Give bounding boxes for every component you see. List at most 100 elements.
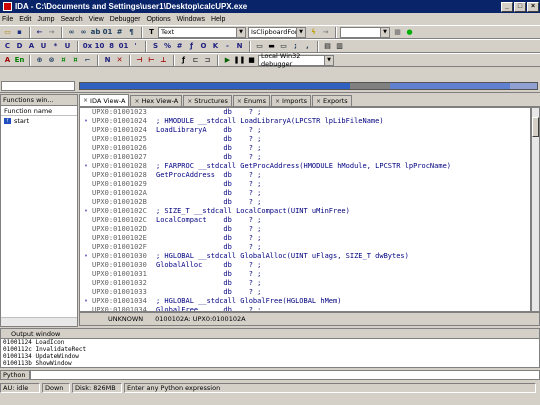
breakpoint-marker[interactable]	[80, 225, 92, 234]
close-tab-icon[interactable]: ×	[237, 98, 242, 105]
menu-file[interactable]: File	[2, 16, 13, 23]
breakpoint-marker[interactable]	[80, 270, 92, 279]
collapse-icon[interactable]: ▬	[266, 41, 277, 52]
close-tab-icon[interactable]: ×	[83, 97, 88, 104]
menu-windows[interactable]: Windows	[177, 16, 205, 23]
minimize-button[interactable]: _	[501, 1, 513, 12]
run-icon[interactable]: ▶	[222, 55, 233, 66]
breakpoint-marker[interactable]	[80, 261, 92, 270]
listing-line[interactable]: UPX0:0100102B db ? ;	[80, 198, 530, 207]
open-icon[interactable]: ▭	[2, 27, 13, 38]
listing-line[interactable]: UPX0:0100102A db ? ;	[80, 189, 530, 198]
char-icon[interactable]: '	[130, 41, 141, 52]
lightning-icon[interactable]: ϟ	[308, 27, 319, 38]
menu-debugger[interactable]: Debugger	[110, 16, 141, 23]
close-tab-icon[interactable]: ×	[134, 98, 139, 105]
neg-icon[interactable]: -	[222, 41, 233, 52]
name-icon[interactable]: N	[234, 41, 245, 52]
listing-line[interactable]: • UPX0:0100102C ; SIZE_T __stdcall LocalCo…	[80, 207, 530, 216]
close-button[interactable]: ×	[527, 1, 539, 12]
patch-icon[interactable]: ⊏	[190, 55, 201, 66]
breakpoint-marker[interactable]: •	[80, 207, 92, 216]
breakpoint-marker[interactable]	[80, 135, 92, 144]
segment-select[interactable]: ▼	[340, 26, 390, 38]
function-list-item[interactable]: f start	[1, 116, 77, 126]
breakpoint-marker[interactable]	[80, 198, 92, 207]
flow-chart-icon[interactable]: ▥	[334, 41, 345, 52]
breakpoint-marker[interactable]	[80, 234, 92, 243]
listing-line[interactable]: UPX0:01001025 db ? ;	[80, 135, 530, 144]
pen-icon[interactable]: ƒ	[178, 55, 189, 66]
segment-icon[interactable]: S	[150, 41, 161, 52]
stop-icon[interactable]: ■	[246, 55, 257, 66]
listing-line[interactable]: UPX0:01001031 db ? ;	[80, 270, 530, 279]
listing-line[interactable]: • UPX0:01001024 ; HMODULE __stdcall LoadLi…	[80, 117, 530, 126]
binoculars-icon[interactable]: ∞	[66, 27, 77, 38]
scrollbar-thumb[interactable]	[532, 117, 539, 137]
menu-help[interactable]: Help	[211, 16, 225, 23]
oct-icon[interactable]: 8	[106, 41, 117, 52]
breakpoint-marker[interactable]	[80, 108, 92, 117]
close-tab-icon[interactable]: ×	[275, 98, 280, 105]
unicode-icon[interactable]: U	[38, 41, 49, 52]
listing-line[interactable]: UPX0:0100102C LocalCompact db ? ;	[80, 216, 530, 225]
listing-line[interactable]: UPX0:01001028 GetProcAddress db ? ;	[80, 171, 530, 180]
listing-line[interactable]: UPX0:01001023 db ? ;	[80, 108, 530, 117]
listing-line[interactable]: UPX0:01001029 db ? ;	[80, 180, 530, 189]
xref-graph-icon[interactable]: ¤	[58, 55, 69, 66]
ascii-icon[interactable]: A	[26, 41, 37, 52]
func-stack-icon[interactable]: ⊥	[158, 55, 169, 66]
functions-window-tab[interactable]: Functions win...	[1, 95, 77, 106]
array-icon[interactable]: *	[50, 41, 61, 52]
hide-icon[interactable]: ▭	[254, 41, 265, 52]
save-icon[interactable]: ▪	[14, 27, 25, 38]
data-icon[interactable]: D	[14, 41, 25, 52]
menu-view[interactable]: View	[89, 16, 104, 23]
breakpoint-marker[interactable]	[80, 189, 92, 198]
undefine-icon[interactable]: U	[62, 41, 73, 52]
enum-icon[interactable]: #	[174, 41, 185, 52]
forward-icon[interactable]: →	[46, 27, 57, 38]
search-type-select[interactable]: Text ▼	[158, 26, 246, 38]
debugger-select[interactable]: Local Win32 debugger ▼	[258, 52, 334, 68]
close-tab-icon[interactable]: ×	[316, 98, 321, 105]
maximize-button[interactable]: □	[514, 1, 526, 12]
arrow-icon[interactable]: →	[320, 27, 331, 38]
breakpoint-marker[interactable]	[80, 216, 92, 225]
find-code-icon[interactable]: ¶	[126, 27, 137, 38]
listing-line[interactable]: • UPX0:01001030 ; HGLOBAL __stdcall Global…	[80, 252, 530, 261]
breakpoint-marker[interactable]: •	[80, 297, 92, 306]
listing-line[interactable]: UPX0:01001027 db ? ;	[80, 153, 530, 162]
menu-edit[interactable]: Edit	[19, 16, 31, 23]
graph-view-icon[interactable]: ▤	[322, 41, 333, 52]
navband-combo[interactable]	[1, 81, 75, 91]
binoculars-next-icon[interactable]: ∞	[78, 27, 89, 38]
breakpoint-marker[interactable]	[80, 171, 92, 180]
functions-horizontal-scrollbar[interactable]	[1, 317, 77, 326]
breakpoint-marker[interactable]	[80, 279, 92, 288]
tab-hex-view-a[interactable]: × Hex View-A	[130, 95, 183, 106]
offset-icon[interactable]: O	[198, 41, 209, 52]
xref-graph-to-icon[interactable]: ¤	[70, 55, 81, 66]
user-graph-icon[interactable]: ⌐	[82, 55, 93, 66]
abort-icon[interactable]: A	[2, 55, 13, 66]
tab-exports[interactable]: × Exports	[312, 95, 352, 106]
listing-vertical-scrollbar[interactable]	[531, 107, 540, 312]
tab-enums[interactable]: × Enums	[232, 95, 270, 106]
listing-line[interactable]: UPX0:01001024 LoadLibraryA db ? ;	[80, 126, 530, 135]
back-icon[interactable]: ←	[34, 27, 45, 38]
pause-icon[interactable]: ❚❚	[234, 55, 246, 66]
listing-line[interactable]: • UPX0:01001028 ; FARPROC __stdcall GetPro…	[80, 162, 530, 171]
breakpoint-marker[interactable]	[80, 126, 92, 135]
breakpoint-marker[interactable]: •	[80, 117, 92, 126]
disassembly-listing[interactable]: UPX0:01001023 db ? ; • UPX0:01001024; HMOD…	[79, 107, 531, 312]
func-end-icon[interactable]: ⊣	[134, 55, 145, 66]
python-button[interactable]: Python	[0, 369, 30, 380]
xref-icon[interactable]: ⊕	[34, 55, 45, 66]
comment-icon[interactable]: ;	[290, 41, 301, 52]
code-icon[interactable]: C	[2, 41, 13, 52]
menu-jump[interactable]: Jump	[37, 16, 54, 23]
enum-list-icon[interactable]: En	[14, 55, 25, 66]
listing-line[interactable]: UPX0:01001026 db ? ;	[80, 144, 530, 153]
tab-structures[interactable]: × Structures	[183, 95, 232, 106]
